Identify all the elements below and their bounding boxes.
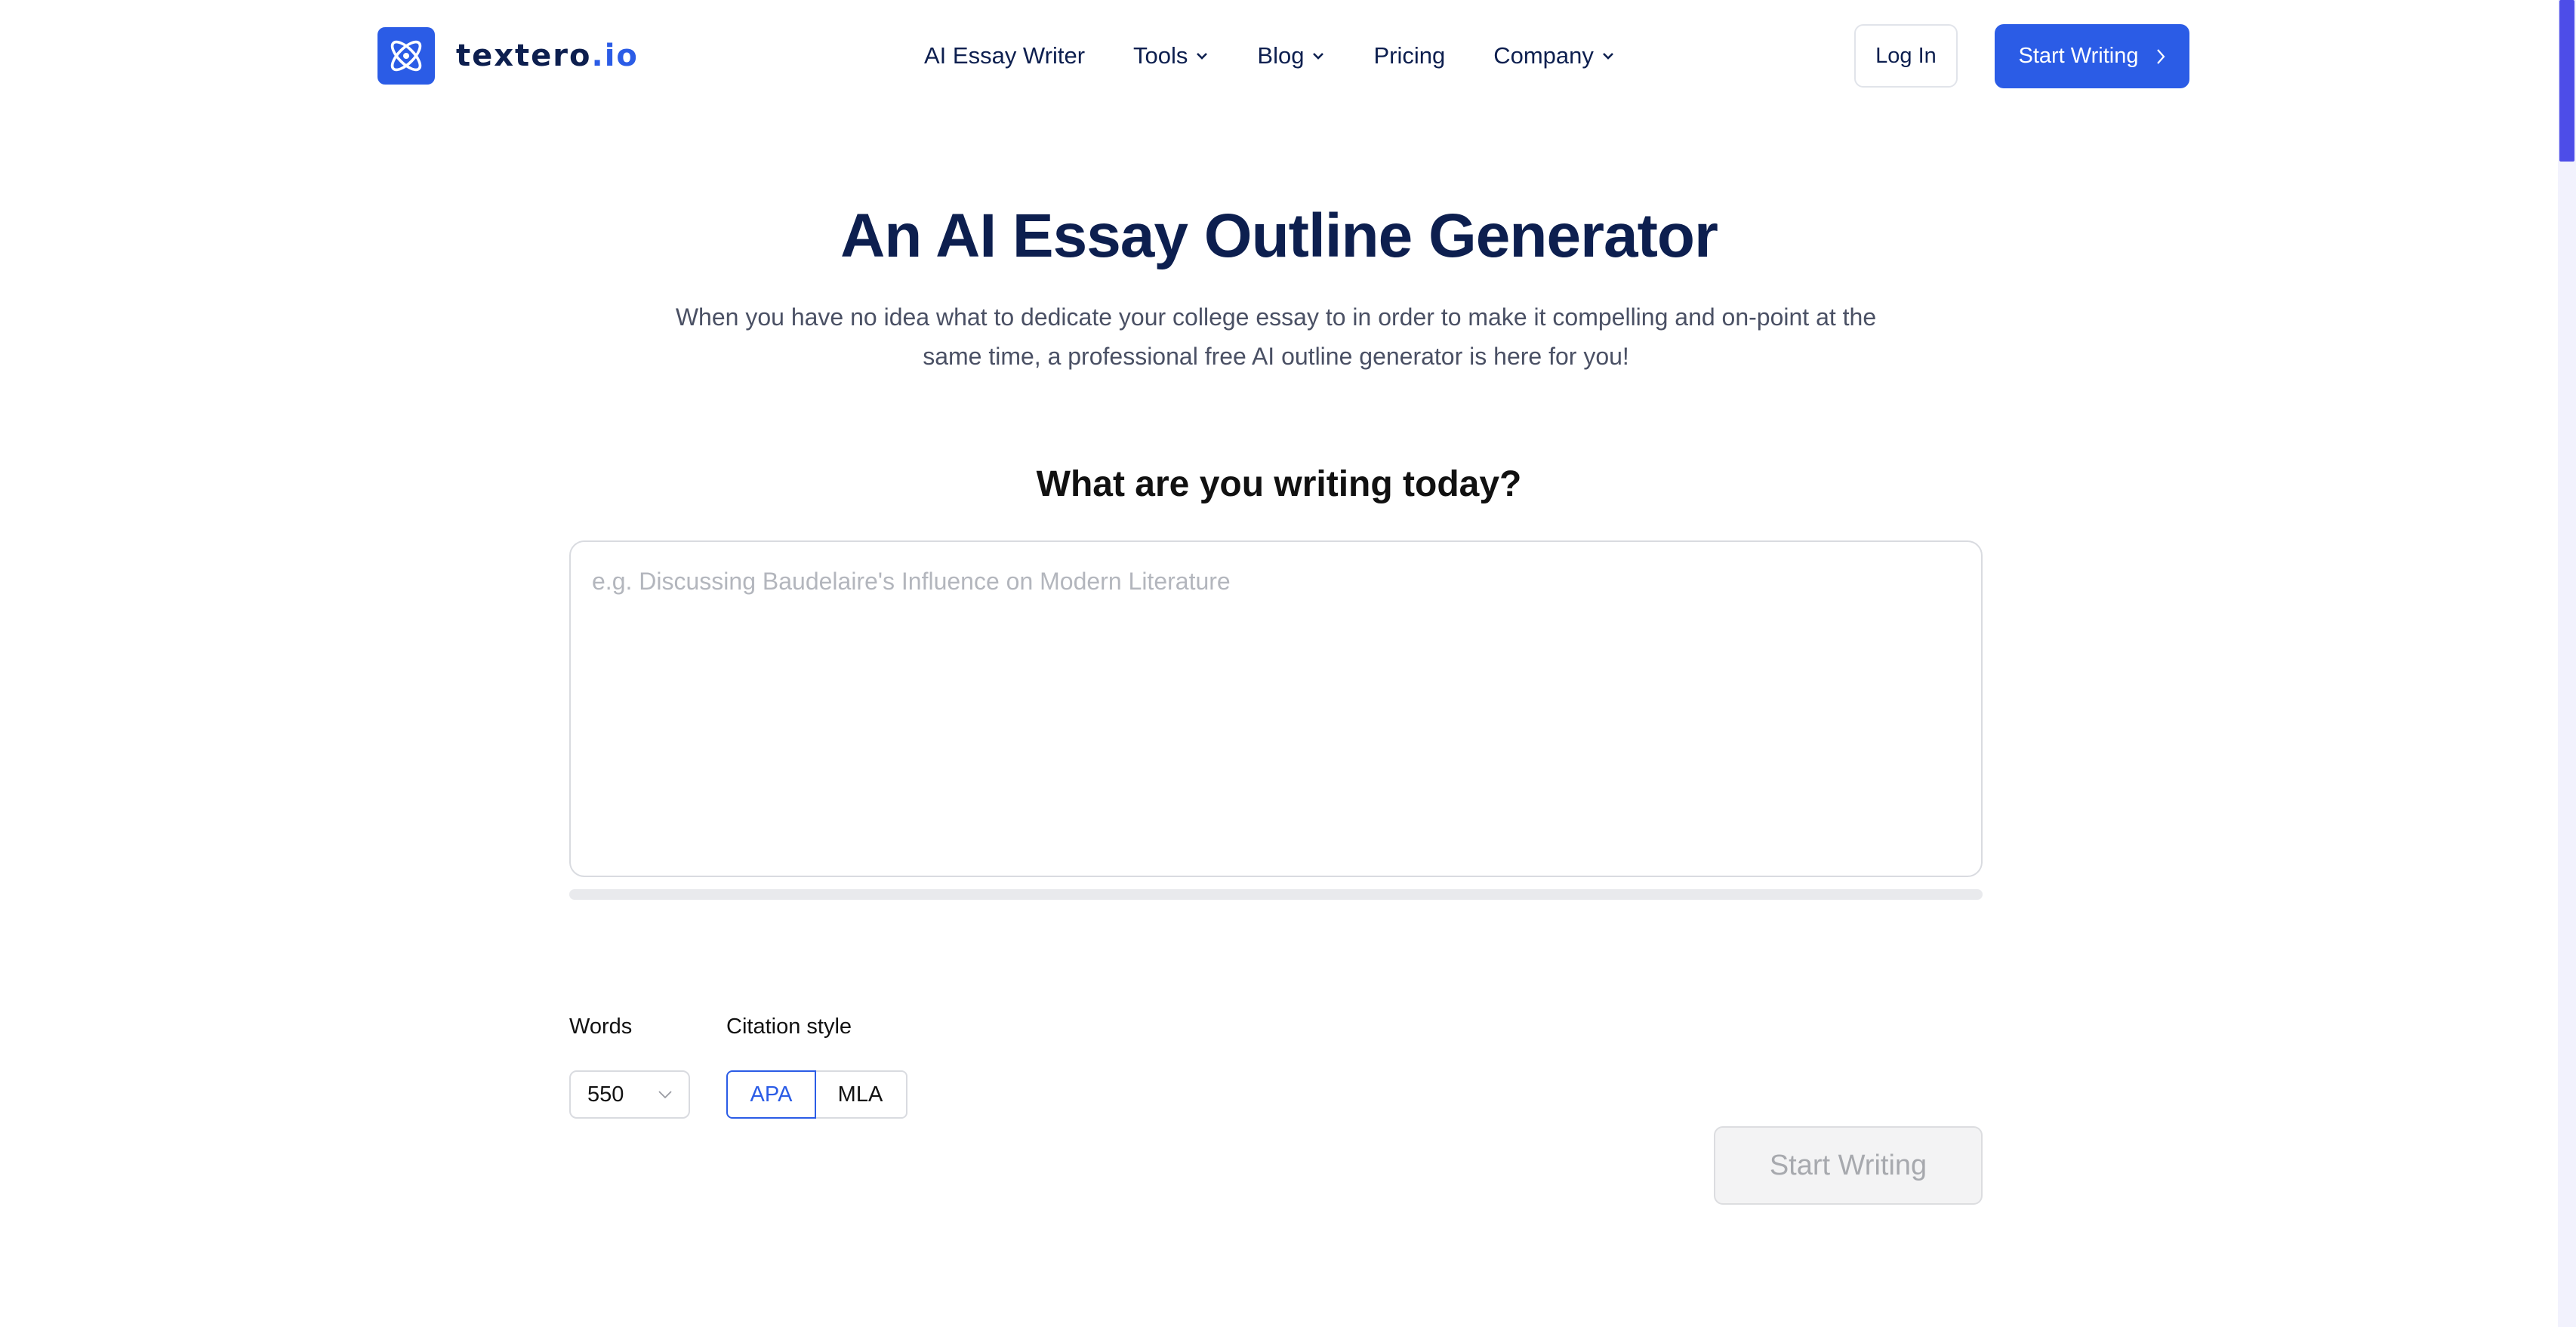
start-writing-label: Start Writing (2018, 44, 2139, 68)
site-header: textero.io AI Essay Writer Tools Blog Pr… (0, 0, 2558, 112)
logo[interactable]: textero.io (377, 27, 639, 85)
chevron-down-icon (1602, 53, 1613, 60)
nav-company[interactable]: Company (1493, 42, 1615, 69)
nav-label: Company (1493, 42, 1594, 69)
nav-label: Pricing (1373, 42, 1446, 69)
chevron-down-icon (1313, 53, 1324, 60)
chevron-right-icon (2156, 48, 2165, 64)
citation-mla-option[interactable]: MLA (815, 1070, 907, 1119)
words-select[interactable]: 550 (569, 1070, 690, 1119)
progress-bar (569, 889, 1983, 900)
nav-tools[interactable]: Tools (1133, 42, 1209, 69)
chevron-down-icon (1197, 53, 1208, 60)
start-writing-submit-button[interactable]: Start Writing (1714, 1126, 1983, 1205)
start-writing-header-button[interactable]: Start Writing (1995, 24, 2189, 88)
nav-label: Tools (1133, 42, 1188, 69)
nav-pricing[interactable]: Pricing (1373, 42, 1445, 69)
logo-name: textero (456, 38, 592, 73)
nav-label: AI Essay Writer (924, 42, 1086, 69)
page-title: An AI Essay Outline Generator (840, 202, 1718, 270)
topic-input[interactable] (569, 540, 1983, 877)
logo-tld: .io (591, 38, 639, 73)
prompt-heading: What are you writing today? (1036, 464, 1522, 504)
nav-label: Blog (1257, 42, 1305, 69)
atom-icon (377, 27, 435, 85)
login-button[interactable]: Log In (1854, 24, 1958, 88)
page-subtitle: When you have no idea what to dedicate y… (675, 303, 1877, 370)
citation-apa-option[interactable]: APA (726, 1070, 816, 1119)
chevron-down-icon (658, 1091, 672, 1099)
nav-ai-essay-writer[interactable]: AI Essay Writer (924, 42, 1085, 69)
citation-style-label: Citation style (726, 1014, 852, 1039)
main-nav: AI Essay Writer Tools Blog Pricing Compa… (924, 36, 1615, 75)
words-value: 550 (587, 1082, 624, 1107)
words-label: Words (569, 1014, 633, 1039)
logo-wordmark: textero.io (456, 38, 639, 73)
nav-blog[interactable]: Blog (1257, 42, 1325, 69)
page-scrollbar[interactable] (2558, 0, 2576, 1327)
scrollbar-thumb[interactable] (2559, 0, 2574, 162)
